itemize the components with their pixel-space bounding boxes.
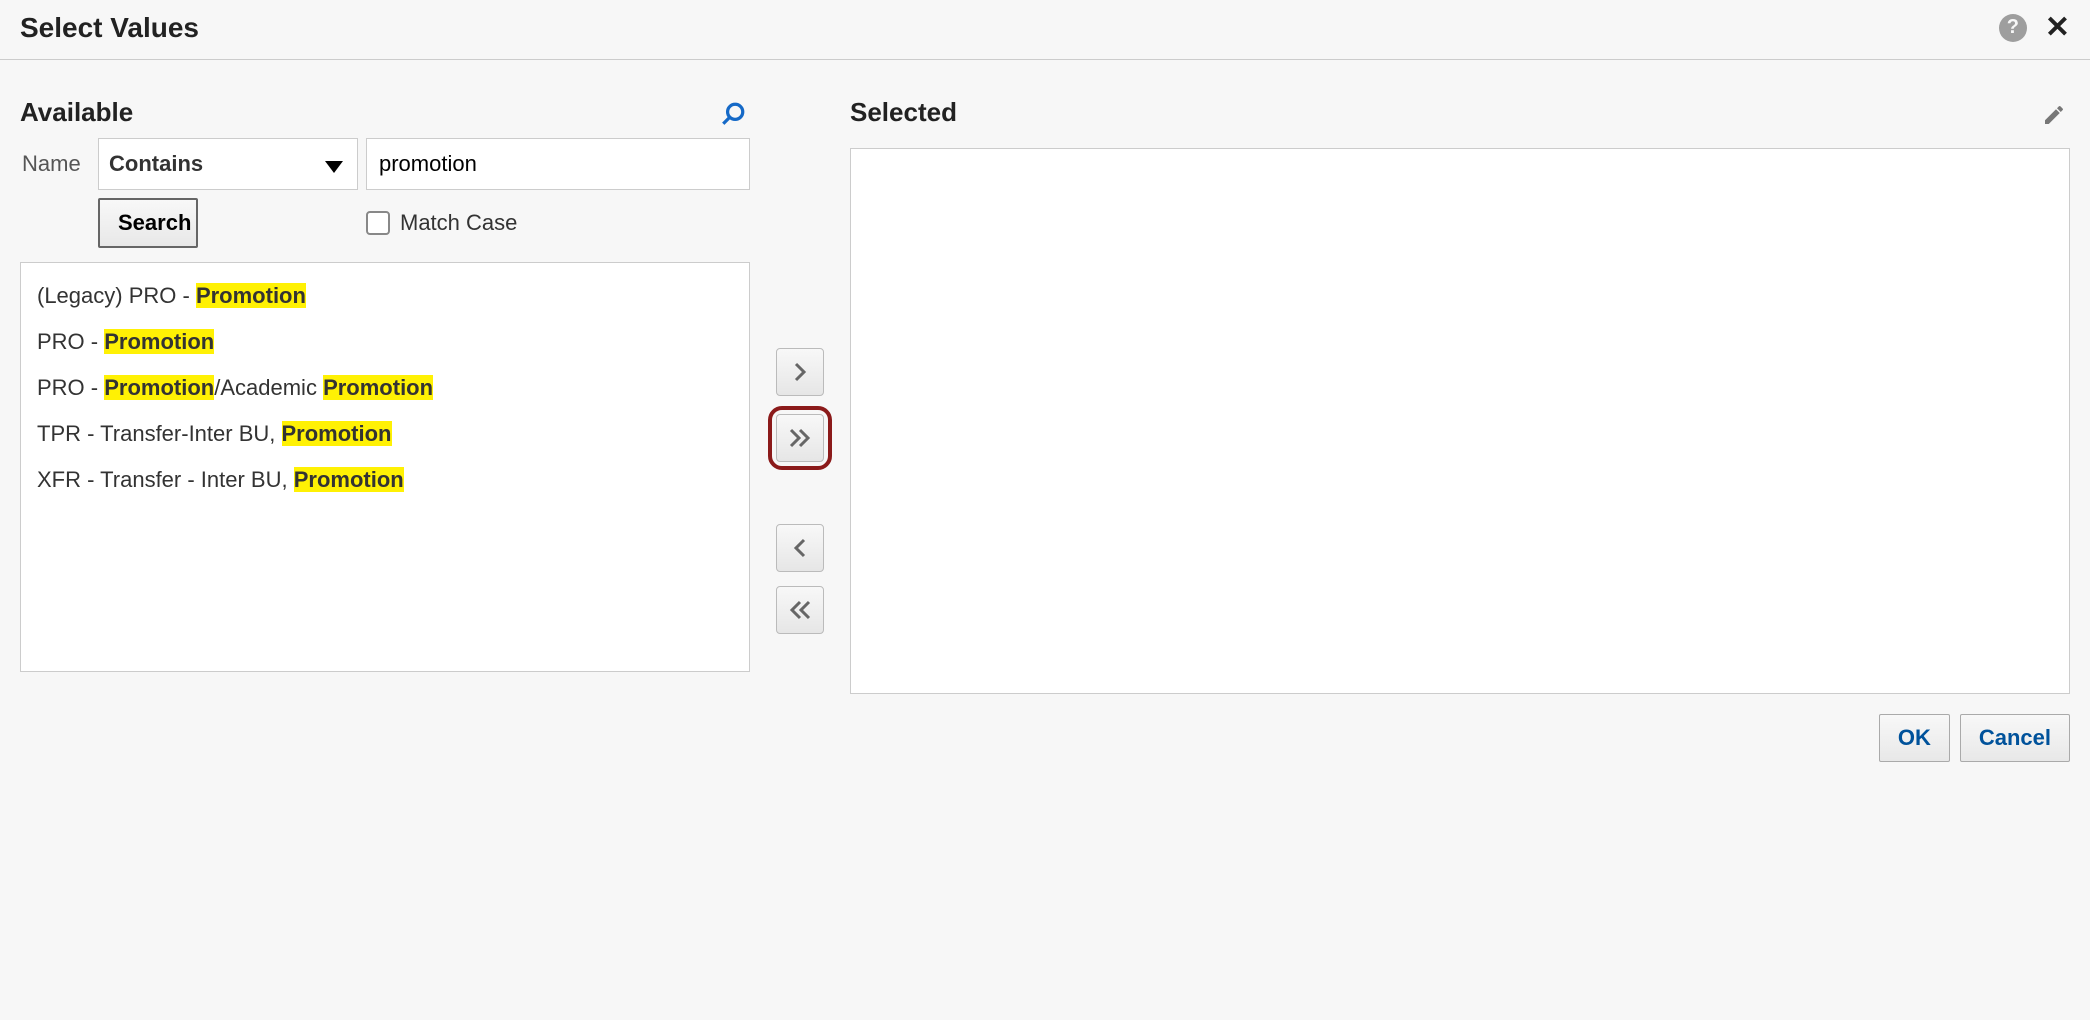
list-item[interactable]: PRO - Promotion bbox=[33, 319, 737, 365]
select-values-dialog: Select Values ? ✕ Available Name Contain… bbox=[0, 0, 2090, 780]
list-item[interactable]: (Legacy) PRO - Promotion bbox=[33, 273, 737, 319]
operator-dropdown[interactable]: Contains bbox=[98, 138, 358, 190]
dialog-body: Available Name Contains Search bbox=[0, 60, 2090, 704]
highlight: Promotion bbox=[282, 421, 392, 446]
move-left-button[interactable] bbox=[776, 524, 824, 572]
available-listbox[interactable]: (Legacy) PRO - PromotionPRO - PromotionP… bbox=[20, 262, 750, 672]
selected-listbox[interactable] bbox=[850, 148, 2070, 694]
help-icon[interactable]: ? bbox=[1999, 14, 2027, 42]
highlight: Promotion bbox=[104, 375, 214, 400]
move-all-right-highlight bbox=[772, 410, 828, 466]
move-all-left-button[interactable] bbox=[776, 586, 824, 634]
list-item[interactable]: XFR - Transfer - Inter BU, Promotion bbox=[33, 457, 737, 503]
cancel-button[interactable]: Cancel bbox=[1960, 714, 2070, 762]
highlight: Promotion bbox=[294, 467, 404, 492]
dialog-footer: OK Cancel bbox=[0, 704, 2090, 780]
match-case-label: Match Case bbox=[400, 210, 517, 236]
available-panel-head: Available bbox=[20, 78, 750, 134]
search-term-input[interactable] bbox=[366, 138, 750, 190]
name-field-label: Name bbox=[20, 151, 90, 177]
edit-icon[interactable] bbox=[2042, 103, 2066, 134]
search-icon[interactable] bbox=[720, 101, 746, 134]
move-all-right-button[interactable] bbox=[776, 414, 824, 462]
list-item[interactable]: TPR - Transfer-Inter BU, Promotion bbox=[33, 411, 737, 457]
dialog-title: Select Values bbox=[20, 12, 1999, 44]
shuttle-column bbox=[750, 108, 850, 694]
available-heading: Available bbox=[20, 97, 133, 128]
selected-panel: Selected bbox=[850, 78, 2070, 694]
dialog-titlebar: Select Values ? ✕ bbox=[0, 0, 2090, 60]
match-case-wrap[interactable]: Match Case bbox=[366, 210, 750, 236]
selected-panel-head: Selected bbox=[850, 78, 2070, 134]
ok-button[interactable]: OK bbox=[1879, 714, 1950, 762]
highlight: Promotion bbox=[323, 375, 433, 400]
selected-heading: Selected bbox=[850, 97, 957, 128]
highlight: Promotion bbox=[196, 283, 306, 308]
move-right-button[interactable] bbox=[776, 348, 824, 396]
highlight: Promotion bbox=[104, 329, 214, 354]
match-case-checkbox[interactable] bbox=[366, 211, 390, 235]
available-panel: Available Name Contains Search bbox=[20, 78, 750, 694]
list-item[interactable]: PRO - Promotion/Academic Promotion bbox=[33, 365, 737, 411]
operator-selected-value: Contains bbox=[109, 151, 203, 177]
search-action-row: Search Match Case bbox=[20, 198, 750, 248]
search-button[interactable]: Search bbox=[98, 198, 198, 248]
close-icon[interactable]: ✕ bbox=[2045, 10, 2070, 45]
search-criteria-row: Name Contains bbox=[20, 138, 750, 190]
